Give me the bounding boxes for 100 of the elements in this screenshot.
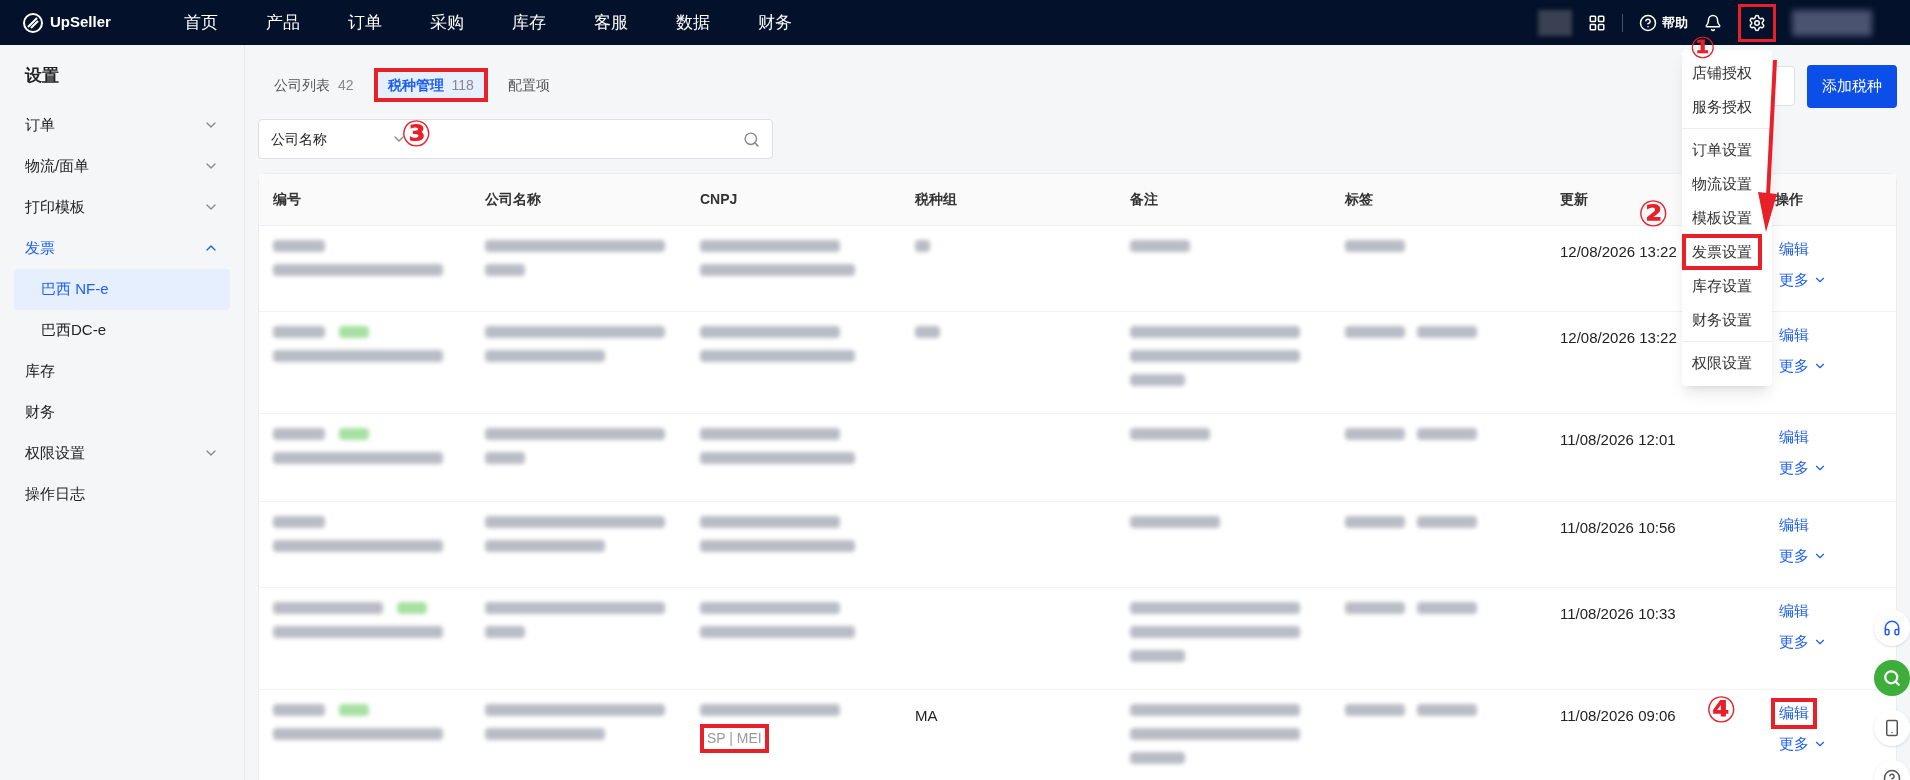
more-button[interactable]: 更多 — [1779, 544, 1827, 567]
blurred-text — [339, 326, 369, 338]
menu-item[interactable]: 模板设置 — [1682, 206, 1762, 230]
edit-link[interactable]: 编辑 — [1771, 698, 1817, 729]
sidebar-item[interactable]: 权限设置 — [14, 432, 230, 474]
blurred-text — [485, 452, 525, 464]
menu-item[interactable]: 物流设置 — [1682, 172, 1762, 196]
edit-link[interactable]: 编辑 — [1771, 596, 1817, 627]
update-time: 12/08/2026 13:22 — [1560, 328, 1677, 348]
blurred-text — [339, 428, 369, 440]
column-header: CNPJ — [699, 190, 739, 209]
add-tax-button[interactable]: 添加税种 — [1807, 64, 1897, 108]
blurred-text — [915, 326, 940, 338]
cnpj-note: SP | MEI — [700, 724, 769, 753]
update-time: 11/08/2026 10:33 — [1560, 604, 1676, 624]
help-button[interactable]: 帮助 — [1639, 12, 1688, 33]
blurred-text — [1345, 326, 1405, 338]
blurred-text — [915, 240, 930, 252]
blurred-text — [1130, 374, 1185, 386]
blurred-text — [1417, 428, 1477, 440]
column-header: 备注 — [1129, 190, 1159, 209]
settings-button[interactable] — [1738, 3, 1776, 42]
blurred-text — [273, 516, 325, 528]
update-time: 11/08/2026 12:01 — [1560, 430, 1676, 450]
more-button[interactable]: 更多 — [1779, 456, 1827, 479]
menu-item[interactable]: 库存设置 — [1682, 274, 1762, 298]
edit-link[interactable]: 编辑 — [1771, 234, 1817, 265]
more-button[interactable]: 更多 — [1779, 268, 1827, 291]
headset-icon — [1883, 619, 1901, 637]
sidebar-item[interactable]: 物流/面单 — [14, 145, 230, 187]
tax-group: MA — [915, 707, 938, 724]
sidebar-item[interactable]: 库存 — [14, 350, 230, 392]
blurred-text — [1417, 516, 1477, 528]
sidebar-title: 设置 — [23, 65, 60, 87]
nav-item[interactable]: 数据 — [676, 9, 710, 36]
search-button[interactable] — [1874, 660, 1910, 696]
blurred-text — [273, 704, 325, 716]
sidebar-item[interactable]: 订单 — [14, 104, 230, 146]
blurred-text — [397, 602, 427, 614]
tab[interactable]: 配置项 — [493, 68, 564, 102]
blurred-text — [1345, 240, 1405, 252]
nav-item[interactable]: 订单 — [348, 9, 382, 36]
more-button[interactable]: 更多 — [1779, 354, 1827, 377]
nav-item[interactable]: 财务 — [758, 9, 792, 36]
apps-icon[interactable] — [1588, 13, 1606, 32]
menu-item[interactable]: 店铺授权 — [1682, 61, 1762, 85]
sidebar-subitem[interactable]: 巴西 NF-e — [14, 268, 230, 310]
more-button[interactable]: 更多 — [1779, 732, 1827, 755]
menu-item[interactable]: 财务设置 — [1682, 308, 1762, 332]
nav-item[interactable]: 采购 — [430, 9, 464, 36]
column-header: 税种组 — [913, 190, 958, 209]
column-header: 操作 — [1774, 190, 1804, 209]
blurred-text — [1345, 602, 1405, 614]
logo-icon — [22, 11, 44, 34]
blurred-text — [1130, 650, 1185, 662]
support-button[interactable] — [1874, 610, 1910, 646]
update-time: 11/08/2026 09:06 — [1560, 706, 1676, 726]
more-button[interactable]: 更多 — [1779, 630, 1827, 653]
step-number: ④ — [1706, 692, 1737, 728]
menu-item[interactable]: 订单设置 — [1682, 138, 1762, 162]
blurred-text — [1538, 9, 1572, 36]
sidebar-item[interactable]: 发票 — [14, 227, 230, 269]
column-header: 更新 — [1559, 190, 1589, 209]
search-icon — [1883, 669, 1901, 687]
help-icon — [1639, 13, 1657, 32]
step-number: ③ — [401, 116, 432, 152]
blurred-text — [1130, 240, 1190, 252]
nav-item[interactable]: 首页 — [184, 9, 218, 36]
step-number: ② — [1638, 196, 1669, 232]
edit-link[interactable]: 编辑 — [1771, 422, 1817, 453]
menu-item[interactable]: 发票设置 — [1682, 233, 1762, 271]
tab[interactable]: 公司列表 42 — [260, 68, 368, 102]
edit-link[interactable]: 编辑 — [1771, 320, 1817, 351]
update-time: 12/08/2026 13:22 — [1560, 242, 1677, 262]
sidebar-item[interactable]: 财务 — [14, 391, 230, 433]
column-header: 编号 — [272, 190, 302, 209]
sidebar-item[interactable]: 操作日志 — [14, 473, 230, 515]
phone-button[interactable] — [1874, 710, 1910, 746]
blurred-text — [1417, 326, 1477, 338]
sidebar-item[interactable]: 打印模板 — [14, 186, 230, 228]
nav-item[interactable]: 产品 — [266, 9, 300, 36]
blurred-text — [273, 240, 325, 252]
nav-item[interactable]: 库存 — [512, 9, 546, 36]
blurred-text — [485, 264, 525, 276]
bell-icon[interactable] — [1704, 13, 1722, 32]
menu-item[interactable]: 服务授权 — [1682, 95, 1762, 119]
blurred-text — [1345, 704, 1405, 716]
blurred-text — [1417, 704, 1477, 716]
search-icon[interactable] — [743, 130, 760, 148]
update-time: 11/08/2026 10:56 — [1560, 518, 1676, 538]
menu-item[interactable]: 权限设置 — [1682, 351, 1762, 375]
blurred-text — [1345, 428, 1405, 440]
sidebar-subitem[interactable]: 巴西DC-e — [14, 309, 230, 351]
logo-text: UpSeller — [50, 12, 111, 33]
column-header: 公司名称 — [484, 190, 542, 209]
tab[interactable]: 税种管理 118 — [373, 68, 488, 102]
blurred-text — [1417, 602, 1477, 614]
edit-link[interactable]: 编辑 — [1771, 510, 1817, 541]
nav-item[interactable]: 客服 — [594, 9, 628, 36]
blurred-text — [1130, 752, 1185, 764]
